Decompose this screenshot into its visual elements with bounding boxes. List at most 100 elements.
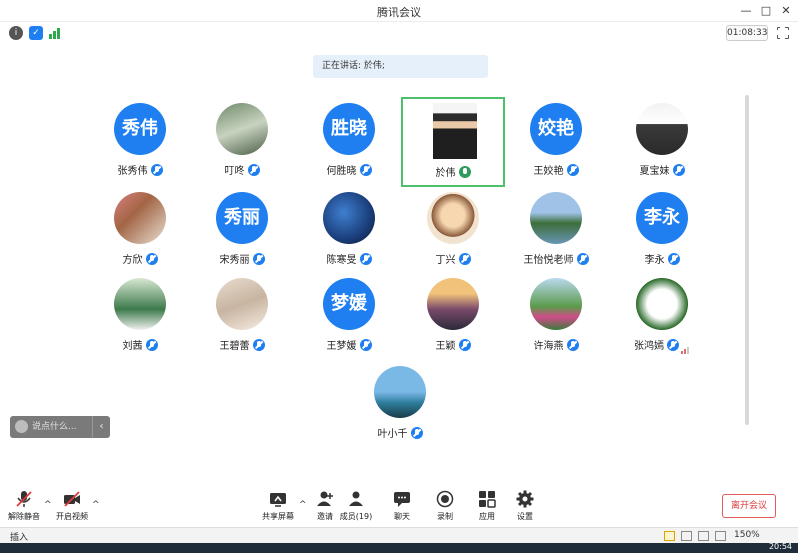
participant-tile[interactable]: 姣艳 王姣艳: [504, 97, 608, 187]
mic-muted-icon: [458, 252, 471, 265]
collapse-chat-icon[interactable]: ‹: [92, 416, 110, 438]
participant-name-row: 王梦媛: [297, 334, 401, 353]
participant-tile[interactable]: 陈寒旻: [297, 186, 401, 276]
invite-icon: [316, 490, 334, 508]
avatar: [374, 366, 426, 418]
fullscreen-icon[interactable]: [776, 26, 789, 39]
unmute-button[interactable]: 解除静音: [2, 490, 46, 524]
mic-muted-icon: [359, 252, 372, 265]
title-bar: 腾讯会议 — □ ✕: [0, 0, 798, 22]
avatar: [427, 192, 479, 244]
view-mode-icon[interactable]: [715, 531, 726, 541]
participant-name: 何胜晓: [326, 166, 357, 177]
participant-name-row: 叮咚: [190, 159, 294, 178]
participant-tile[interactable]: 叮咚: [190, 97, 294, 187]
participant-name: 陈寒旻: [326, 255, 357, 266]
mic-muted-icon: [359, 338, 372, 351]
start-video-label: 开启视频: [56, 512, 88, 521]
mic-muted-icon: [247, 163, 260, 176]
participant-tile[interactable]: 於伟: [401, 97, 505, 187]
record-button[interactable]: 录制: [423, 490, 467, 524]
participant-tile[interactable]: 王颖: [401, 272, 505, 362]
chat-input-box[interactable]: ‹: [10, 416, 110, 438]
unmute-label: 解除静音: [8, 512, 40, 521]
mic-muted-icon: [576, 252, 589, 265]
leave-meeting-button[interactable]: 离开会议: [722, 494, 776, 518]
avatar: [323, 192, 375, 244]
view-mode-icon[interactable]: [698, 531, 709, 541]
participant-tile[interactable]: 张鸿嫣: [610, 272, 714, 362]
participant-name: 於伟: [435, 168, 456, 179]
mic-muted-icon: [672, 163, 685, 176]
info-icon[interactable]: i: [9, 26, 23, 40]
scrollbar[interactable]: [745, 95, 749, 425]
mic-muted-icon: [15, 490, 33, 508]
participant-name: 丁兴: [435, 255, 456, 266]
participant-name-row: 李永: [610, 248, 714, 267]
zoom-level: 150%: [734, 530, 760, 540]
mic-muted-icon: [252, 338, 265, 351]
participant-tile[interactable]: 叶小千: [348, 360, 452, 450]
participant-name-row: 张秀伟: [88, 159, 192, 178]
avatar: 李永: [636, 192, 688, 244]
participant-tile[interactable]: 丁兴: [401, 186, 505, 276]
mic-muted-icon: [458, 338, 471, 351]
record-label: 录制: [437, 512, 453, 521]
participant-name: 张鸿嫣: [634, 341, 664, 352]
avatar: 秀丽: [216, 192, 268, 244]
participant-name-row: 方欣: [88, 248, 192, 267]
participant-name: 张秀伟: [117, 166, 148, 177]
avatar: [216, 278, 268, 330]
participant-name: 王姣艳: [533, 166, 564, 177]
avatar: [636, 103, 688, 155]
mic-muted-icon: [667, 252, 680, 265]
chat-input[interactable]: [32, 418, 94, 436]
signal-icon[interactable]: [48, 26, 62, 40]
settings-button[interactable]: 设置: [503, 490, 547, 524]
participant-tile[interactable]: 王怡悦老师: [504, 186, 608, 276]
close-icon[interactable]: ✕: [778, 3, 794, 19]
mic-muted-icon: [566, 163, 579, 176]
view-mode-icon[interactable]: [664, 531, 675, 541]
start-video-button[interactable]: 开启视频: [50, 490, 94, 524]
participant-tile[interactable]: 方欣: [88, 186, 192, 276]
share-screen-button[interactable]: 共享屏幕: [256, 490, 300, 524]
avatar: [530, 192, 582, 244]
participant-tile[interactable]: 王碧蕾: [190, 272, 294, 362]
participant-tile[interactable]: 夏宝妹: [610, 97, 714, 187]
chat-button[interactable]: 聊天: [380, 490, 424, 524]
participant-name-row: 许海燕: [504, 334, 608, 353]
members-icon: [347, 490, 365, 508]
participant-name-row: 何胜晓: [297, 159, 401, 178]
avatar: [427, 278, 479, 330]
apps-icon: [478, 490, 496, 508]
participant-name: 王碧蕾: [219, 341, 250, 352]
info-bar: i ✓: [0, 22, 798, 44]
participant-tile[interactable]: 秀丽 宋秀丽: [190, 186, 294, 276]
participant-tile[interactable]: 胜晓 何胜晓: [297, 97, 401, 187]
avatar: [636, 278, 688, 330]
participant-tile[interactable]: 刘茜: [88, 272, 192, 362]
avatar: 梦媛: [323, 278, 375, 330]
avatar: 姣艳: [530, 103, 582, 155]
participant-tile[interactable]: 李永 李永: [610, 186, 714, 276]
avatar: [114, 192, 166, 244]
participant-name-row: 刘茜: [88, 334, 192, 353]
network-signal-icon: [681, 335, 690, 354]
maximize-icon[interactable]: □: [758, 3, 774, 19]
status-bar: 插入 150%: [0, 527, 798, 543]
video-options-caret-icon[interactable]: ^: [92, 500, 100, 510]
participant-tile[interactable]: 秀伟 张秀伟: [88, 97, 192, 187]
speaking-banner: 正在讲话: 於伟;: [313, 55, 488, 78]
members-button[interactable]: 成员(19): [334, 490, 378, 524]
emoji-icon[interactable]: [15, 420, 28, 433]
minimize-icon[interactable]: —: [738, 3, 754, 19]
shield-icon[interactable]: ✓: [29, 26, 43, 40]
participant-tile[interactable]: 许海燕: [504, 272, 608, 362]
meeting-timer: 01:08:33: [726, 25, 768, 41]
chat-label: 聊天: [394, 512, 410, 521]
view-mode-icon[interactable]: [681, 531, 692, 541]
participant-name: 叶小千: [377, 429, 408, 440]
members-label: 成员(19): [339, 512, 373, 521]
participant-tile[interactable]: 梦媛 王梦媛: [297, 272, 401, 362]
